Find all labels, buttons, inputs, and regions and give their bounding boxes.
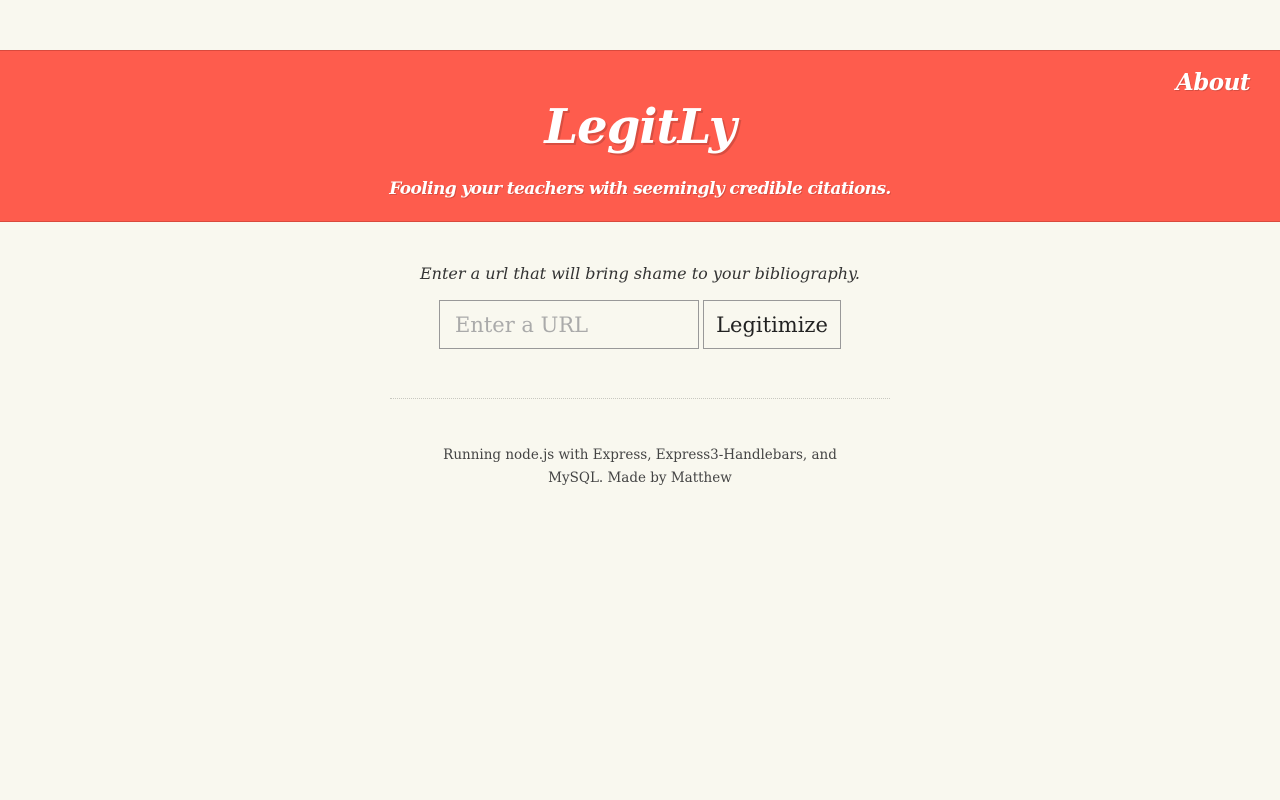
legitimize-button[interactable]: Legitimize	[703, 300, 841, 349]
site-tagline: Fooling your teachers with seemingly cre…	[389, 179, 891, 199]
divider	[390, 398, 890, 399]
url-prompt: Enter a url that will bring shame to you…	[419, 264, 861, 283]
footer-text: Running node.js with Express, Express3-H…	[443, 447, 837, 486]
page: About LegitLy Fooling your teachers with…	[0, 0, 1280, 800]
site-title: LegitLy	[544, 99, 736, 155]
url-input[interactable]	[439, 300, 699, 349]
about-link[interactable]: About	[1176, 69, 1251, 96]
header-banner: About LegitLy Fooling your teachers with…	[0, 50, 1280, 222]
